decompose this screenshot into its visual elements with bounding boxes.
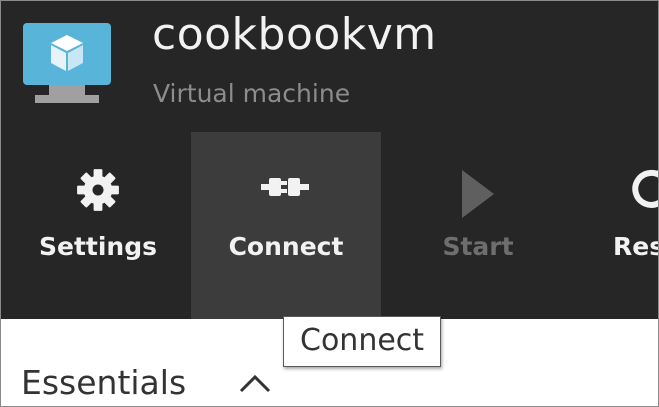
play-icon [462,170,494,218]
settings-button[interactable]: Settings [23,132,173,319]
virtual-machine-icon [23,23,111,103]
restart-label: Res [613,232,659,261]
chevron-up-icon[interactable] [237,373,273,395]
gear-icon [77,169,119,211]
blade-header: cookbookvm Virtual machine Settings Conn… [1,1,659,319]
restart-icon [632,169,658,208]
connect-plug-icon [261,178,309,196]
essentials-heading: Essentials [21,363,187,402]
connect-tooltip: Connect [283,316,442,367]
restart-button[interactable]: Res [591,132,659,319]
resource-title: cookbookvm [152,9,437,60]
connect-button[interactable]: Connect [191,132,381,319]
vm-blade: cookbookvm Virtual machine Settings Conn… [0,0,659,407]
connect-label: Connect [228,232,344,261]
start-button[interactable]: Start [413,132,543,319]
settings-label: Settings [38,232,157,261]
resource-type-label: Virtual machine [153,79,351,108]
start-label: Start [442,232,514,261]
